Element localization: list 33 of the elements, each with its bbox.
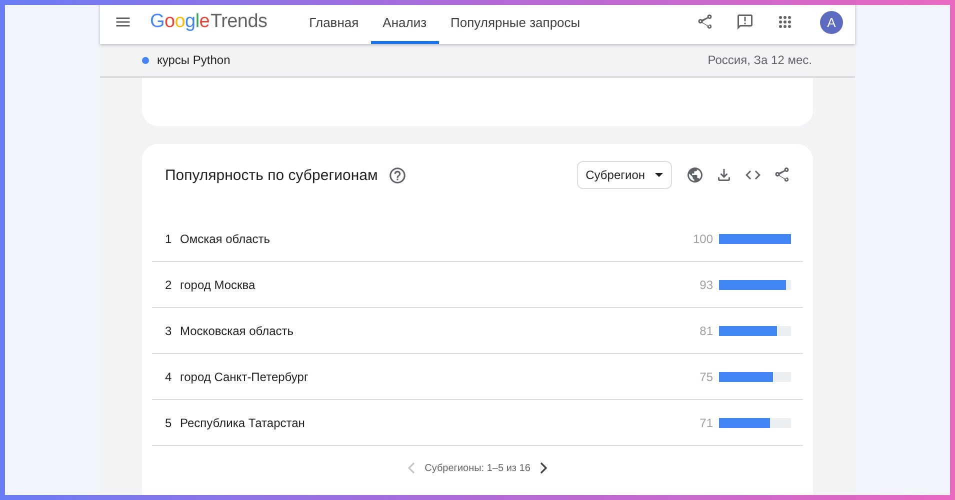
interest-value: 75 xyxy=(700,370,713,384)
rank-number: 2 xyxy=(165,278,173,292)
region-dropdown[interactable]: Субрегион xyxy=(576,161,672,189)
region-name[interactable]: город Москва xyxy=(180,278,700,292)
region-name[interactable]: Республика Татарстан xyxy=(180,416,700,430)
rank-number: 3 xyxy=(165,324,173,338)
caret-icon xyxy=(655,173,663,177)
rank-number: 4 xyxy=(165,370,173,384)
region-name[interactable]: Омская область xyxy=(180,232,693,246)
interest-value: 93 xyxy=(700,278,713,292)
search-term[interactable]: курсы Python xyxy=(157,53,230,67)
pagination-label: Субрегионы: 1–5 из 16 xyxy=(424,462,530,474)
apps-icon[interactable] xyxy=(776,13,794,31)
interest-value: 71 xyxy=(700,416,713,430)
chevron-right-icon[interactable] xyxy=(540,462,548,474)
nav-tab[interactable]: Главная xyxy=(297,5,371,44)
download-icon[interactable] xyxy=(715,166,733,184)
rank-number: 1 xyxy=(165,232,173,246)
interest-value: 81 xyxy=(700,324,713,338)
share-icon[interactable] xyxy=(773,166,791,184)
card-title: Популярность по субрегионам xyxy=(165,166,378,184)
interest-value: 100 xyxy=(692,232,713,246)
region-name[interactable]: город Санкт-Петербург xyxy=(180,370,700,384)
rank-number: 5 xyxy=(165,416,173,430)
avatar[interactable]: A xyxy=(820,10,843,34)
region-name[interactable]: Московская область xyxy=(180,324,700,338)
region-period: Россия, За 12 мес. xyxy=(708,53,812,67)
share-icon[interactable] xyxy=(696,13,714,31)
help-icon[interactable] xyxy=(388,166,407,184)
nav-tab[interactable]: Популярные запросы xyxy=(438,5,592,44)
google-trends-logo[interactable]: GoogleTrends xyxy=(150,11,268,33)
feedback-icon[interactable] xyxy=(736,13,754,31)
globe-icon[interactable] xyxy=(686,166,704,184)
